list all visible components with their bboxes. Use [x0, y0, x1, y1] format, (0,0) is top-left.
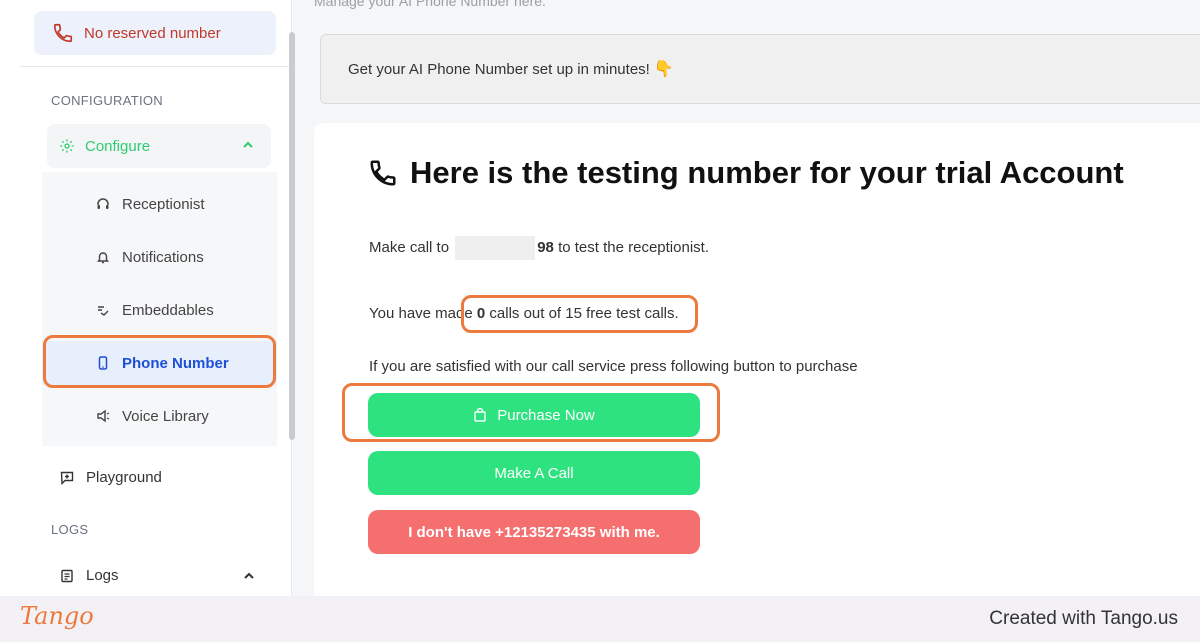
embed-icon — [96, 303, 110, 317]
sidebar-item-notifications[interactable]: Notifications — [42, 235, 277, 279]
sidebar-item-label: Receptionist — [122, 195, 205, 213]
banner-text: Get your AI Phone Number set up in minut… — [348, 60, 650, 78]
chat-plus-icon — [60, 471, 74, 485]
phone-icon — [368, 158, 398, 188]
tango-credit: Created with Tango.us — [989, 608, 1178, 629]
sidebar-item-label: Voice Library — [122, 407, 209, 425]
sidebar-item-label: Logs — [86, 567, 119, 584]
sidebar-item-voice-library[interactable]: Voice Library — [42, 394, 277, 438]
configuration-header: CONFIGURATION — [51, 93, 163, 108]
document-icon — [60, 569, 74, 583]
sidebar-item-label: Embeddables — [122, 301, 214, 319]
phone-number-highlight — [43, 335, 276, 388]
bell-icon — [96, 250, 110, 264]
calls-count-highlight — [461, 295, 698, 333]
page-subtitle: Manage your AI Phone Number here. — [314, 0, 546, 9]
sidebar: No reserved number CONFIGURATION Configu… — [0, 0, 292, 596]
phone-icon — [52, 22, 74, 44]
call-prefix: Make call to — [369, 238, 450, 256]
sidebar-divider — [20, 66, 291, 67]
redacted-number — [455, 236, 536, 260]
no-number-button[interactable]: I don't have +12135273435 with me. — [368, 510, 700, 554]
purchase-prompt: If you are satisfied with our call servi… — [369, 358, 858, 375]
sidebar-item-label: Notifications — [122, 248, 204, 266]
call-suffix: to test the receptionist. — [558, 238, 709, 256]
sidebar-item-receptionist[interactable]: Receptionist — [42, 182, 277, 226]
purchase-button-highlight — [342, 383, 720, 442]
logs-header: LOGS — [51, 522, 89, 537]
call-number-suffix: 98 — [537, 238, 554, 256]
configure-menu-toggle[interactable]: Configure — [47, 124, 271, 168]
sidebar-item-logs[interactable]: Logs — [60, 567, 254, 584]
gear-icon — [59, 138, 75, 154]
sidebar-item-embeddables[interactable]: Embeddables — [42, 288, 277, 332]
speaker-icon — [96, 409, 110, 423]
card-title-text: Here is the testing number for your tria… — [410, 155, 1124, 190]
reserved-number-label: No reserved number — [84, 24, 221, 42]
card-title: Here is the testing number for your tria… — [368, 155, 1124, 191]
sidebar-item-label: Playground — [86, 469, 162, 486]
tango-footer: Tango Created with Tango.us — [0, 596, 1200, 642]
reserved-number-indicator[interactable]: No reserved number — [34, 11, 276, 55]
tango-logo: Tango — [20, 602, 94, 630]
chevron-up-icon — [241, 138, 255, 152]
sidebar-item-playground[interactable]: Playground — [60, 469, 162, 486]
make-call-button[interactable]: Make A Call — [368, 451, 700, 495]
call-instruction: Make call to 98 to test the receptionist… — [369, 236, 709, 260]
main-content: Manage your AI Phone Number here. Get yo… — [292, 0, 1200, 603]
setup-banner: Get your AI Phone Number set up in minut… — [320, 34, 1200, 104]
headset-icon — [96, 197, 110, 211]
chevron-up-icon — [242, 569, 256, 583]
configure-label: Configure — [85, 137, 151, 155]
trial-number-card: Here is the testing number for your tria… — [314, 123, 1200, 603]
calls-prefix: You have made — [369, 305, 473, 322]
configure-submenu: Receptionist Notifications Embeddables P… — [42, 172, 277, 446]
pointing-down-icon: 👇 — [653, 61, 674, 78]
